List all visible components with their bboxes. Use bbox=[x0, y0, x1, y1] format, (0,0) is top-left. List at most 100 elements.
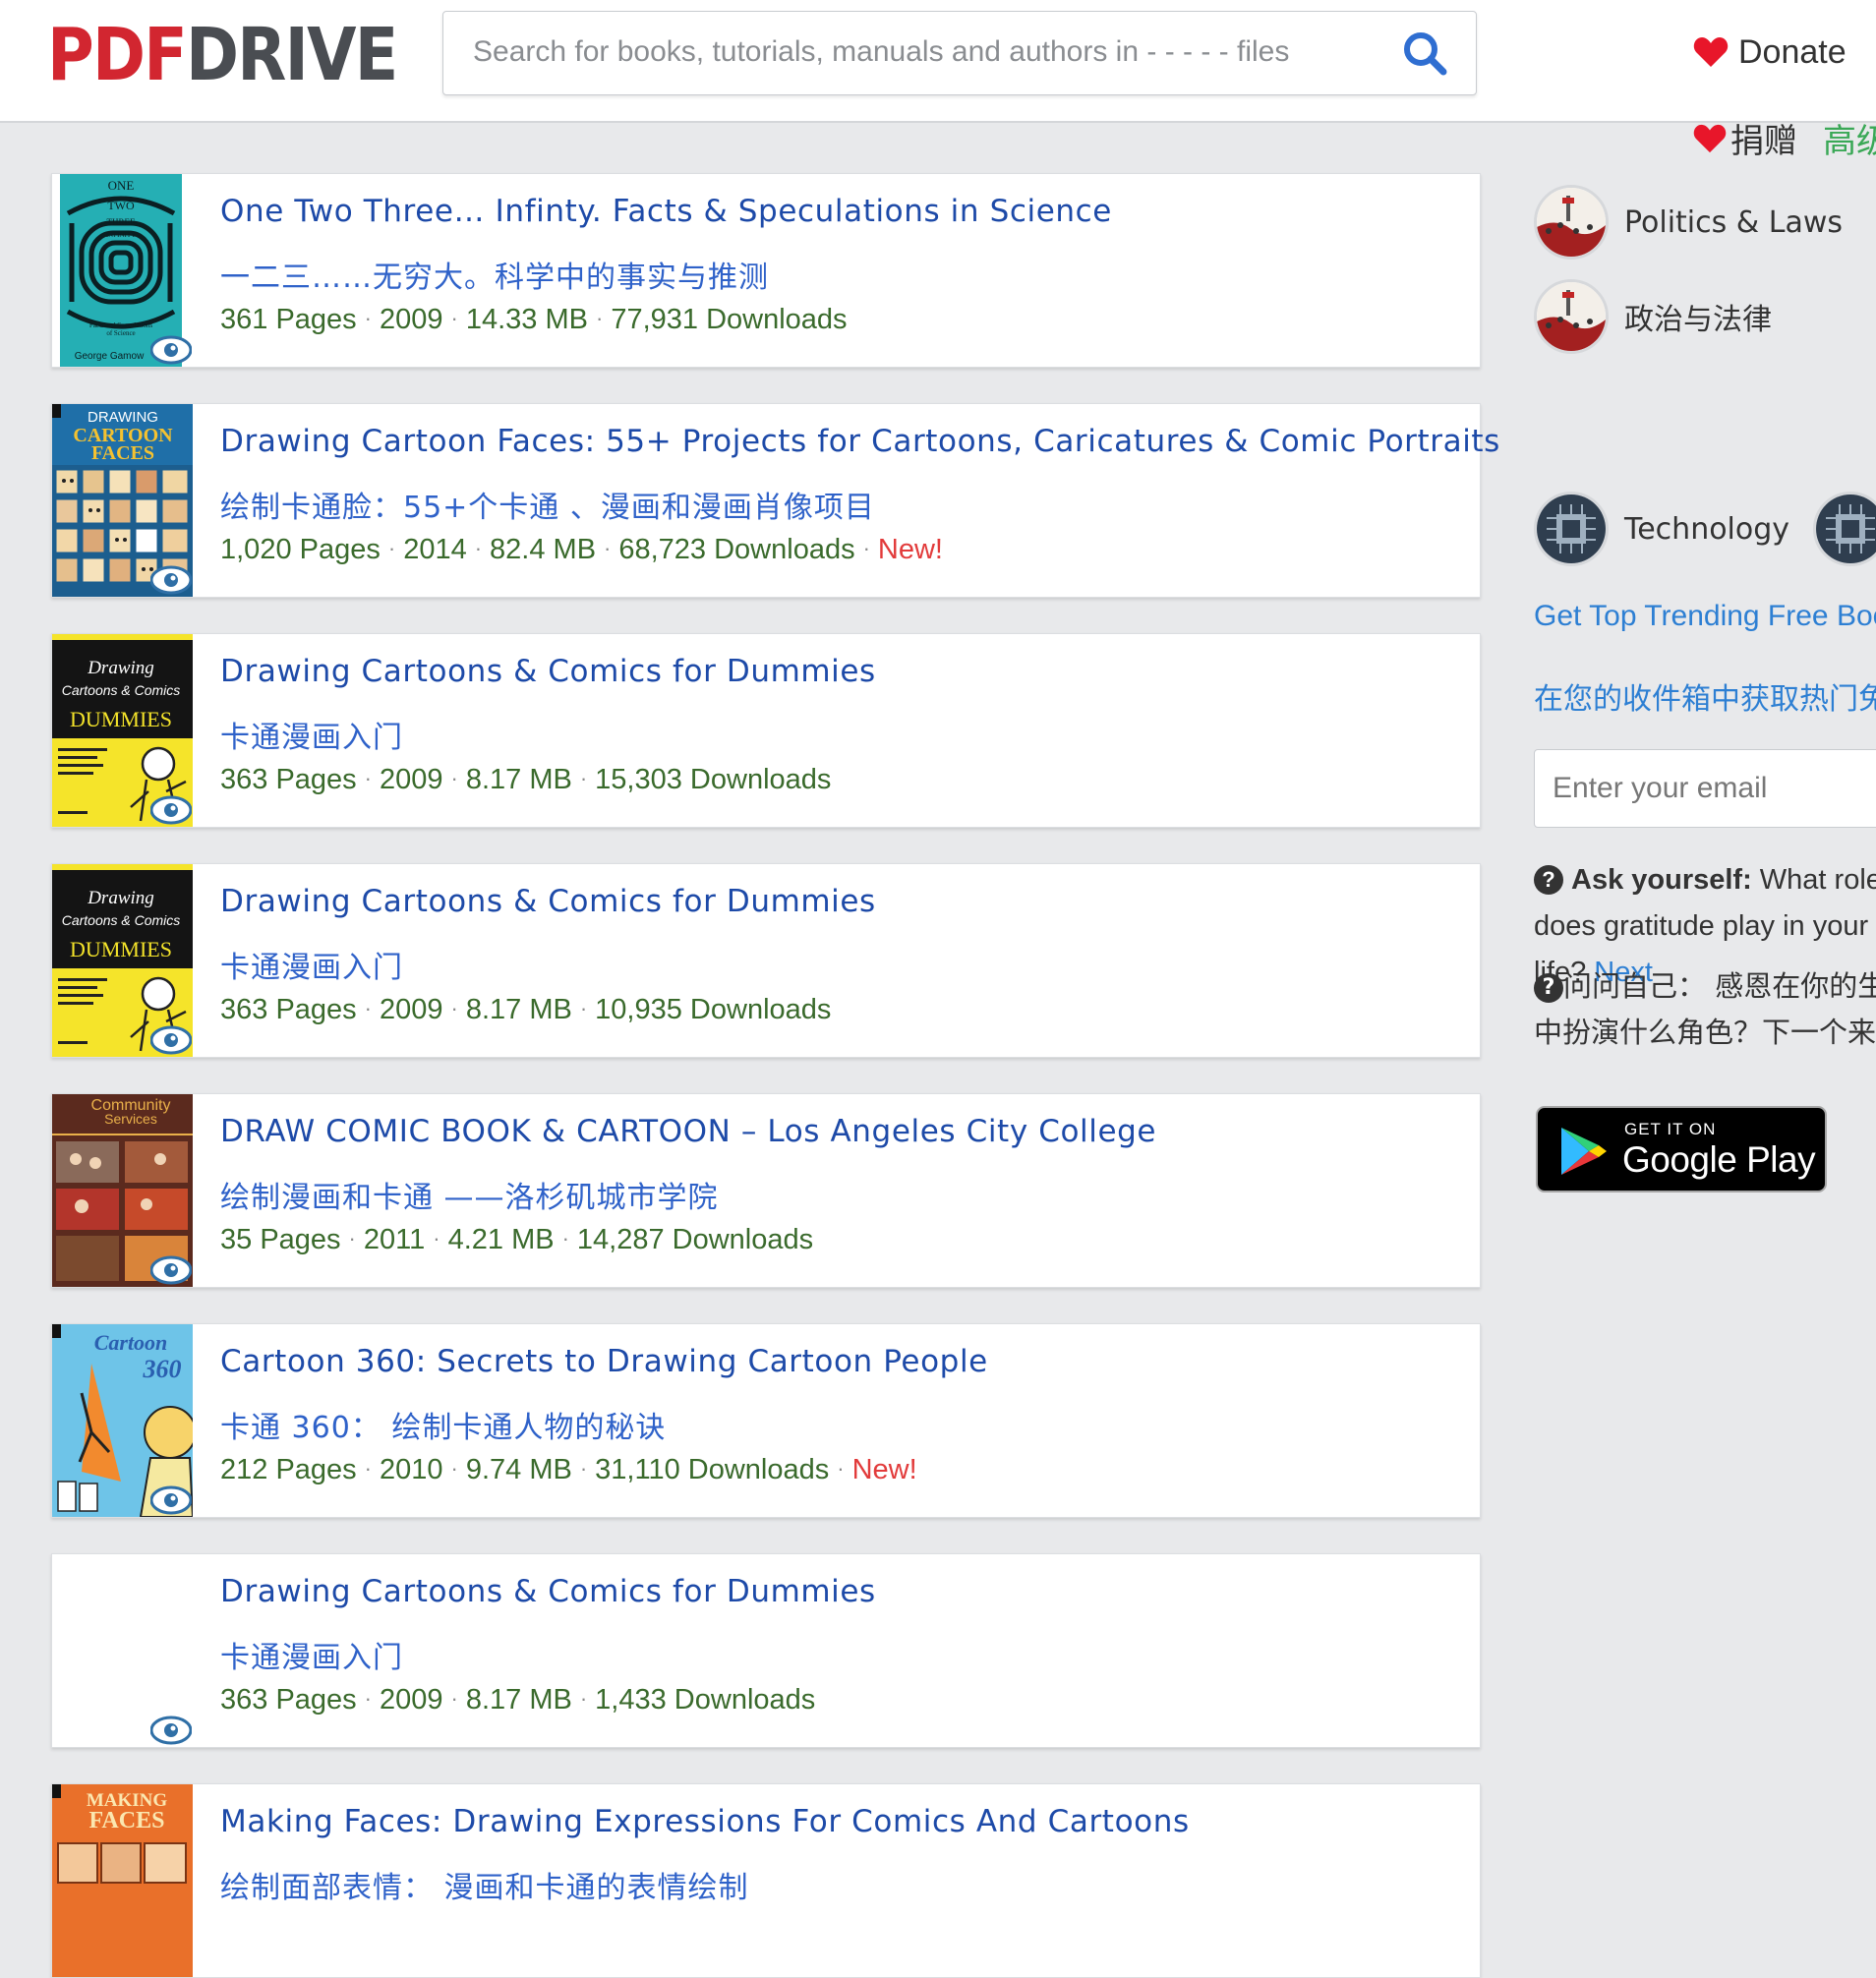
book-title-cn[interactable]: 绘制卡通脸：55+个卡通 、漫画和漫画肖像项目 bbox=[220, 489, 1469, 528]
book-title-cn[interactable]: 一二三……无穷大。科学中的事实与推测 bbox=[220, 259, 1469, 298]
book-size: 8.17 MB bbox=[465, 764, 572, 795]
trending-books-link-cn[interactable]: 在您的收件箱中获取热门免 bbox=[1534, 674, 1876, 718]
search-input[interactable] bbox=[443, 12, 1387, 92]
ask-yourself-cn: ?问问自己： 感恩在你的生活中扮演什么角色？下一个来 bbox=[1534, 963, 1876, 1056]
ask-label: Ask yourself: bbox=[1571, 864, 1752, 896]
book-card[interactable]: Drawing Cartoons & Comics DUMMIES Drawin… bbox=[51, 863, 1481, 1058]
meta-separator: · bbox=[364, 996, 372, 1020]
book-info: Making Faces: Drawing Expressions For Co… bbox=[220, 1802, 1469, 1908]
cover-text: FACES bbox=[89, 1808, 165, 1833]
book-year: 2009 bbox=[380, 764, 443, 795]
category-politics-laws-cn[interactable]: 政治与法律 bbox=[1534, 277, 1772, 356]
meta-separator: · bbox=[579, 996, 588, 1020]
book-title[interactable]: Drawing Cartoons & Comics for Dummies bbox=[220, 652, 1469, 691]
cover-text: THREE bbox=[107, 217, 136, 227]
category-thumbnail bbox=[1534, 185, 1609, 260]
category-thumbnail bbox=[1534, 279, 1609, 354]
cover-text: Cartoon bbox=[94, 1330, 168, 1355]
book-card[interactable]: Drawing Cartoons & Comics for Dummies 卡通… bbox=[51, 1553, 1481, 1748]
google-play-text: Google Play bbox=[1622, 1139, 1816, 1180]
book-card[interactable]: Cartoon 360 Cartoon 360: Secrets to Draw… bbox=[51, 1323, 1481, 1518]
book-title-cn[interactable]: 卡通漫画入门 bbox=[220, 1639, 1469, 1678]
book-title[interactable]: One Two Three… Infinty. Facts & Speculat… bbox=[220, 192, 1469, 231]
sidebar: Politics & Laws 政治与法律 Technology Get Top… bbox=[1534, 147, 1876, 1895]
cover-text: Drawing bbox=[87, 888, 154, 908]
google-play-small-text: GET IT ON bbox=[1624, 1120, 1717, 1138]
new-badge: New! bbox=[877, 534, 943, 565]
question-icon: ? bbox=[1534, 865, 1563, 895]
preview-eye-icon[interactable] bbox=[150, 1025, 192, 1055]
meta-separator: · bbox=[450, 766, 458, 790]
preview-eye-icon[interactable] bbox=[150, 795, 192, 825]
book-size: 82.4 MB bbox=[490, 534, 597, 565]
preview-eye-icon[interactable] bbox=[150, 565, 192, 595]
site-header: PDFDRIVE Donate bbox=[0, 0, 1876, 123]
cover-text: TWO bbox=[107, 199, 135, 212]
meta-separator: · bbox=[837, 1456, 845, 1481]
new-badge: New! bbox=[851, 1454, 917, 1485]
book-title-cn[interactable]: 卡通漫画入门 bbox=[220, 949, 1469, 988]
book-size: 4.21 MB bbox=[447, 1224, 555, 1255]
book-title-cn[interactable]: 卡通漫画入门 bbox=[220, 719, 1469, 758]
category-politics-laws[interactable]: Politics & Laws bbox=[1534, 183, 1843, 262]
book-card[interactable]: ONE TWO THREE INFINITY Facts and Specula… bbox=[51, 173, 1481, 368]
book-title[interactable]: Drawing Cartoon Faces: 55+ Projects for … bbox=[220, 422, 1499, 461]
category-thumbnail[interactable] bbox=[1813, 492, 1876, 566]
book-card[interactable]: Drawing Cartoons & Comics DUMMIES Drawin… bbox=[51, 633, 1481, 828]
meta-separator: · bbox=[450, 996, 458, 1020]
question-icon: ? bbox=[1534, 973, 1563, 1003]
meta-separator: · bbox=[348, 1226, 356, 1251]
book-size: 14.33 MB bbox=[465, 304, 588, 335]
meta-separator: · bbox=[450, 1686, 458, 1711]
book-title-cn[interactable]: 绘制面部表情： 漫画和卡通的表情绘制 bbox=[220, 1869, 1469, 1908]
book-card[interactable]: DRAWING CARTOON FACES Drawing Cartoon Fa… bbox=[51, 403, 1499, 598]
cover-text: 360 bbox=[143, 1355, 182, 1383]
book-downloads: 77,931 Downloads bbox=[611, 304, 848, 335]
meta-separator: · bbox=[450, 1456, 458, 1481]
book-size: 8.17 MB bbox=[465, 1684, 572, 1716]
preview-eye-icon[interactable] bbox=[150, 335, 192, 365]
book-title[interactable]: Drawing Cartoons & Comics for Dummies bbox=[220, 1572, 1469, 1611]
book-cover[interactable]: MAKING FACES bbox=[52, 1784, 193, 1977]
book-title[interactable]: DRAW COMIC BOOK & CARTOON – Los Angeles … bbox=[220, 1112, 1469, 1151]
book-pages: 361 Pages bbox=[220, 304, 357, 335]
book-meta: 212 Pages · 2010 · 9.74 MB · 31,110 Downloads ·… bbox=[220, 1452, 1469, 1489]
book-card[interactable]: Community Services DRAW COMIC BOOK & CAR… bbox=[51, 1093, 1481, 1288]
meta-separator: · bbox=[364, 766, 372, 790]
search-icon[interactable] bbox=[1401, 29, 1448, 77]
pdfdrive-logo[interactable]: PDFDRIVE bbox=[47, 13, 398, 97]
book-downloads: 31,110 Downloads bbox=[595, 1454, 830, 1485]
category-label: 政治与法律 bbox=[1624, 303, 1772, 337]
book-meta: 1,020 Pages · 2014 · 82.4 MB · 68,723 Download… bbox=[220, 532, 1469, 569]
book-year: 2011 bbox=[363, 1224, 426, 1255]
book-card[interactable]: MAKING FACES Making Faces: Drawing Expre… bbox=[51, 1783, 1481, 1978]
book-title-cn[interactable]: 卡通 360： 绘制卡通人物的秘诀 bbox=[220, 1409, 1469, 1448]
book-pages: 363 Pages bbox=[220, 994, 357, 1025]
cover-text: DUMMIES bbox=[70, 707, 172, 731]
category-technology[interactable]: Technology bbox=[1534, 490, 1876, 568]
preview-eye-icon[interactable] bbox=[150, 1716, 192, 1745]
donate-button[interactable]: Donate bbox=[1693, 28, 1847, 77]
preview-eye-icon[interactable] bbox=[150, 1255, 192, 1285]
meta-separator: · bbox=[364, 306, 372, 330]
book-title[interactable]: Cartoon 360: Secrets to Drawing Cartoon … bbox=[220, 1342, 1469, 1381]
cover-text: of Science bbox=[106, 329, 135, 337]
book-size: 8.17 MB bbox=[465, 994, 572, 1025]
cover-text: Cartoons & Comics bbox=[62, 682, 181, 698]
trending-books-link[interactable]: Get Top Trending Free Books bbox=[1534, 600, 1876, 633]
book-title-cn[interactable]: 绘制漫画和卡通 ——洛杉矶城市学院 bbox=[220, 1179, 1469, 1218]
book-pages: 35 Pages bbox=[220, 1224, 341, 1255]
book-title[interactable]: Making Faces: Drawing Expressions For Co… bbox=[220, 1802, 1469, 1841]
cover-text: FACES bbox=[91, 442, 154, 464]
donate-label: Donate bbox=[1738, 32, 1847, 71]
logo-drive-text: DRIVE bbox=[185, 13, 398, 97]
google-play-badge[interactable]: GET IT ON Google Play bbox=[1536, 1106, 1827, 1193]
book-title[interactable]: Drawing Cartoons & Comics for Dummies bbox=[220, 882, 1469, 921]
logo-pdf-text: PDF bbox=[47, 13, 188, 97]
book-info: Drawing Cartoons & Comics for Dummies 卡通… bbox=[220, 882, 1469, 1029]
preview-eye-icon[interactable] bbox=[150, 1485, 192, 1515]
email-input[interactable] bbox=[1535, 750, 1876, 827]
meta-separator: · bbox=[364, 1686, 372, 1711]
book-downloads: 1,433 Downloads bbox=[595, 1684, 816, 1716]
book-pages: 212 Pages bbox=[220, 1454, 357, 1485]
